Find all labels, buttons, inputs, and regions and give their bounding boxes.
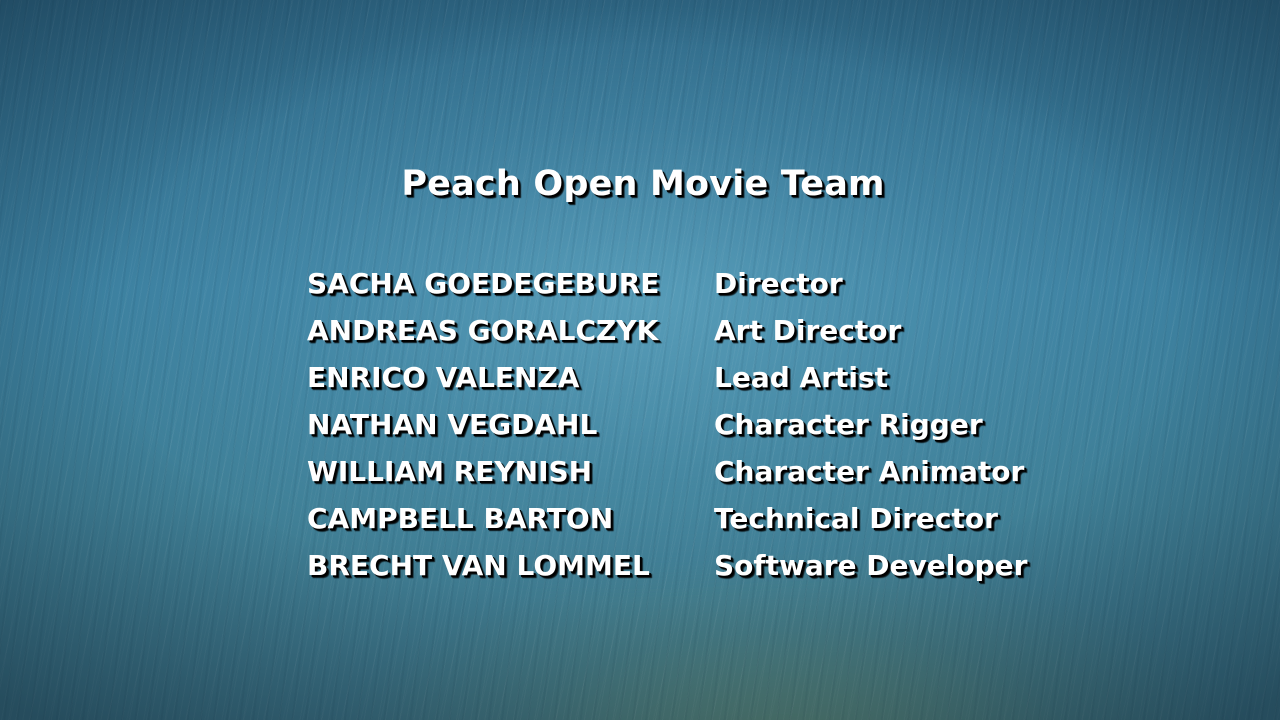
member-name: CAMPBELL BARTON [307, 502, 614, 535]
member-name: ENRICO VALENZA [307, 361, 580, 394]
member-role: Lead Artist [714, 361, 889, 394]
member-name: NATHAN VEGDAHL [307, 408, 598, 441]
member-role: Director [714, 267, 843, 300]
member-name: BRECHT VAN LOMMEL [307, 549, 650, 582]
member-role: Technical Director [714, 502, 998, 535]
member-name: SACHA GOEDEGEBURE [307, 267, 660, 300]
credits-title: Peach Open Movie Team [401, 164, 885, 204]
member-role: Art Director [714, 314, 902, 347]
member-role: Software Developer [714, 549, 1028, 582]
member-name: ANDREAS GORALCZYK [307, 314, 659, 347]
member-role: Character Rigger [714, 408, 983, 441]
credits-screen: Peach Open Movie Team SACHA GOEDEGEBURE … [0, 0, 1280, 720]
member-name: WILLIAM REYNISH [307, 455, 593, 488]
member-role: Character Animator [714, 455, 1025, 488]
